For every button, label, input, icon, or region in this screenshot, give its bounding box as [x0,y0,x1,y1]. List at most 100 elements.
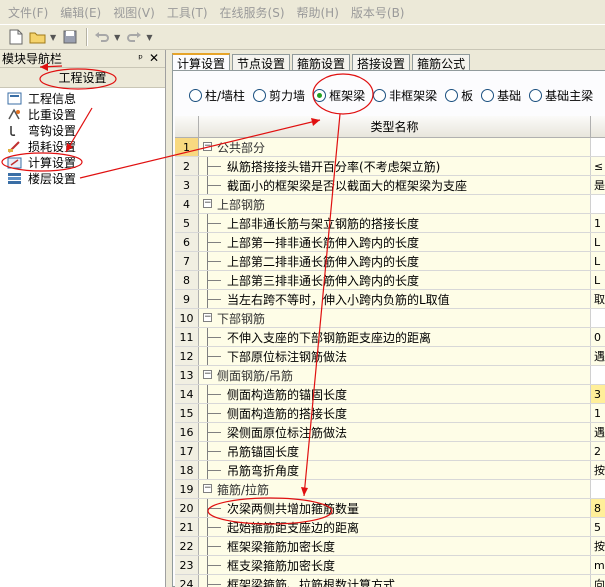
redo-dropdown-icon[interactable]: ▼ [146,33,152,42]
row-value-cell[interactable]: 按 [591,461,605,479]
row-value-cell[interactable]: ≤ [591,157,605,175]
collapse-toggle-icon[interactable]: − [203,199,212,208]
menu-item-2[interactable]: 视图(V) [113,4,155,21]
nav-item-5[interactable]: 楼层设置 [0,170,165,186]
table-row[interactable]: 15 侧面构造筋的搭接长度 1 [175,404,605,423]
table-row[interactable]: 8 上部第三排非通长筋伸入跨内的长度 L [175,271,605,290]
row-value-cell[interactable]: 遇 [591,347,605,365]
menu-item-4[interactable]: 在线服务(S) [220,4,285,21]
table-row[interactable]: 18 吊筋弯折角度 按 [175,461,605,480]
table-row[interactable]: 24 框架梁箍筋、拉筋根数计算方式 向 [175,575,605,587]
menu-item-1[interactable]: 编辑(E) [60,4,101,21]
open-folder-icon[interactable] [28,27,48,47]
table-row[interactable]: 22 框架梁箍筋加密长度 按 [175,537,605,556]
row-value-cell[interactable]: 5 [591,518,605,536]
redo-icon[interactable] [124,27,144,47]
table-row[interactable]: 5 上部非通长筋与架立钢筋的搭接长度 1 [175,214,605,233]
row-value-cell[interactable]: 3 [591,385,605,403]
row-value-cell[interactable] [591,195,605,213]
save-icon[interactable] [60,27,80,47]
grid-group-row[interactable]: 13− 侧面钢筋/吊筋 [175,366,605,385]
row-value-cell[interactable]: 向 [591,575,605,587]
row-value-cell[interactable]: L [591,233,605,251]
table-row[interactable]: 7 上部第二排非通长筋伸入跨内的长度 L [175,252,605,271]
menu-item-6[interactable]: 版本号(B) [351,4,405,21]
row-value-cell[interactable] [591,480,605,498]
radio-3[interactable]: 非框架梁 [373,87,437,104]
grid-group-row[interactable]: 4− 上部钢筋 [175,195,605,214]
radio-circle[interactable] [529,88,543,102]
row-value-cell[interactable]: 1 [591,214,605,232]
dropdown-arrow-icon[interactable]: ▼ [50,33,56,42]
table-row[interactable]: 11 不伸入支座的下部钢筋距支座边的距离 0 [175,328,605,347]
table-row[interactable]: 9 当左右跨不等时，伸入小跨内负筋的L取值 取 [175,290,605,309]
collapse-toggle-icon[interactable]: − [203,484,212,493]
row-value-cell[interactable]: 按 [591,537,605,555]
tab-3[interactable]: 搭接设置 [352,54,411,71]
pin-icon[interactable]: ᵖ [138,52,143,65]
radio-4[interactable]: 板 [445,87,473,104]
row-value-cell[interactable] [591,138,605,156]
row-number: 19 [175,480,199,498]
tab-1[interactable]: 节点设置 [232,54,291,71]
radio-1[interactable]: 剪力墙 [253,87,305,104]
table-row[interactable]: 21 起始箍筋距支座边的距离 5 [175,518,605,537]
row-value-cell[interactable]: m [591,556,605,574]
row-name: 下部钢筋 [217,311,266,326]
row-value-cell[interactable] [591,309,605,327]
group-project-settings[interactable]: 工程设置 [0,68,165,88]
radio-circle[interactable] [373,88,387,102]
grid-group-row[interactable]: 19− 箍筋/拉筋 [175,480,605,499]
table-row[interactable]: 6 上部第一排非通长筋伸入跨内的长度 L [175,233,605,252]
tab-2[interactable]: 箍筋设置 [292,54,351,71]
new-file-icon[interactable] [6,27,26,47]
row-value-cell[interactable] [591,366,605,384]
radio-2[interactable]: 框架梁 [313,87,365,104]
row-number: 9 [175,290,199,308]
table-row[interactable]: 12 下部原位标注钢筋做法 遇 [175,347,605,366]
close-icon[interactable]: ✕ [149,51,159,65]
nav-item-4[interactable]: 计算设置 [0,154,165,170]
row-value-cell[interactable]: 8 [591,499,605,517]
menu-item-0[interactable]: 文件(F) [8,4,48,21]
radio-0[interactable]: 柱/墙柱 [189,87,245,104]
collapse-toggle-icon[interactable]: − [203,313,212,322]
row-value-cell[interactable]: 1 [591,404,605,422]
collapse-toggle-icon[interactable]: − [203,142,212,151]
undo-icon[interactable] [92,27,112,47]
radio-circle[interactable] [189,88,202,102]
nav-item-1[interactable]: 比重设置 [0,106,165,122]
table-row[interactable]: 14 侧面构造筋的锚固长度 3 [175,385,605,404]
nav-item-2[interactable]: 弯钩设置 [0,122,165,138]
radio-6[interactable]: 基础主梁 [529,87,593,104]
table-row[interactable]: 17 吊筋锚固长度 2 [175,442,605,461]
table-row[interactable]: 3 截面小的框架梁是否以截面大的框架梁为支座 是 [175,176,605,195]
row-value-cell[interactable]: L [591,271,605,289]
project-info-icon [6,91,22,105]
tab-4[interactable]: 箍筋公式 [412,54,471,71]
radio-circle[interactable] [253,88,267,102]
grid-group-row[interactable]: 10− 下部钢筋 [175,309,605,328]
radio-circle[interactable] [313,88,327,102]
undo-dropdown-icon[interactable]: ▼ [114,33,120,42]
radio-circle[interactable] [445,88,459,102]
table-row[interactable]: 16 梁侧面原位标注筋做法 遇 [175,423,605,442]
radio-circle[interactable] [481,88,495,102]
grid-group-row[interactable]: 1− 公共部分 [175,138,605,157]
radio-5[interactable]: 基础 [481,87,521,104]
table-row[interactable]: 20 次梁两侧共增加箍筋数量 8 [175,499,605,518]
row-value-cell[interactable]: L [591,252,605,270]
menu-item-5[interactable]: 帮助(H) [297,4,339,21]
row-value-cell[interactable]: 0 [591,328,605,346]
menu-item-3[interactable]: 工具(T) [167,4,208,21]
table-row[interactable]: 23 框支梁箍筋加密长度 m [175,556,605,575]
row-value-cell[interactable]: 2 [591,442,605,460]
row-value-cell[interactable]: 取 [591,290,605,308]
collapse-toggle-icon[interactable]: − [203,370,212,379]
nav-item-0[interactable]: 工程信息 [0,90,165,106]
row-value-cell[interactable]: 是 [591,176,605,194]
nav-item-3[interactable]: 损耗设置 [0,138,165,154]
tab-0[interactable]: 计算设置 [172,53,231,71]
table-row[interactable]: 2 纵筋搭接接头错开百分率(不考虑架立筋) ≤ [175,157,605,176]
row-value-cell[interactable]: 遇 [591,423,605,441]
